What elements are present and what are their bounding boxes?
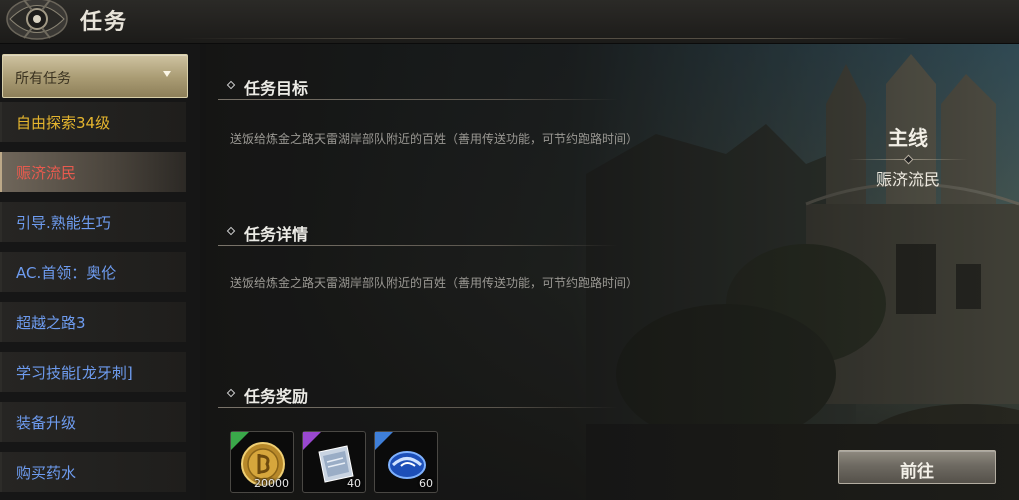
reward-slot-scroll[interactable]: 40	[302, 431, 366, 493]
quest-item-label: 超越之路3	[16, 314, 86, 332]
quest-filter-label: 所有任务	[15, 71, 71, 87]
details-text: 送饭给炼金之路天雷湖岸部队附近的百姓（善用传送功能，可节约跑路时间）	[230, 276, 639, 290]
quest-summary: 主线 赈济流民	[833, 122, 983, 190]
section-divider	[218, 245, 618, 246]
go-button-label: 前往	[900, 462, 934, 482]
go-button[interactable]: 前往	[838, 450, 996, 484]
quest-item-guide-practice[interactable]: 引导.熟能生巧	[0, 202, 186, 242]
chevron-down-icon	[163, 71, 171, 77]
reward-count: 40	[347, 477, 361, 490]
reward-slot-gem[interactable]: 60	[374, 431, 438, 493]
reward-count: 20000	[254, 477, 289, 490]
quest-item-buy-potion[interactable]: 购买药水	[0, 452, 186, 492]
section-divider	[218, 99, 618, 100]
quest-item-ac-boss[interactable]: AC.首领：奥伦	[0, 252, 186, 292]
reward-count: 60	[419, 477, 433, 490]
diamond-bullet-icon	[226, 226, 236, 236]
summary-divider	[848, 159, 968, 160]
quest-item-label: 自由探索34级	[16, 114, 111, 132]
quest-list: 自由探索34级 赈济流民 引导.熟能生巧 AC.首领：奥伦 超越之路3 学习技能…	[0, 102, 186, 500]
objective-text: 送饭给炼金之路天雷湖岸部队附近的百姓（善用传送功能，可节约跑路时间）	[230, 132, 639, 146]
quest-item-label: 赈济流民	[16, 164, 77, 182]
quest-item-relief-refugees[interactable]: 赈济流民	[0, 152, 186, 192]
title-rule	[180, 38, 909, 39]
quest-item-label: 引导.熟能生巧	[16, 214, 111, 232]
window-title: 任务	[80, 10, 129, 35]
quest-detail-panel: 任务目标 送饭给炼金之路天雷湖岸部队附近的百姓（善用传送功能，可节约跑路时间） …	[206, 44, 1019, 500]
quest-item-label: 学习技能[龙牙刺]	[16, 364, 133, 382]
details-title: 任务详情	[244, 225, 309, 244]
quest-name-label: 赈济流民	[875, 170, 940, 189]
title-bar: 任务	[0, 0, 1019, 44]
details-section-header: 任务详情	[218, 216, 618, 246]
section-divider	[218, 407, 618, 408]
quest-item-label: AC.首领：奥伦	[16, 264, 117, 282]
objective-section-header: 任务目标	[218, 70, 618, 100]
rewards-section-header: 任务奖励	[218, 378, 618, 408]
quest-item-learn-skill[interactable]: 学习技能[龙牙刺]	[0, 352, 186, 392]
rewards-title: 任务奖励	[244, 387, 309, 406]
diamond-bullet-icon	[226, 388, 236, 398]
diamond-bullet-icon	[226, 80, 236, 90]
quest-item-equipment-upgrade[interactable]: 装备升级	[0, 402, 186, 442]
objective-title: 任务目标	[244, 79, 309, 98]
quest-emblem-icon	[6, 0, 68, 40]
quest-item-label: 装备升级	[16, 414, 77, 432]
quest-sidebar: 所有任务 自由探索34级 赈济流民 引导.熟能生巧 AC.首领：奥伦 超越之路3…	[0, 44, 200, 500]
quest-item-beyond-road[interactable]: 超越之路3	[0, 302, 186, 342]
quest-item-free-explore[interactable]: 自由探索34级	[0, 102, 186, 142]
reward-slot-gold[interactable]: 20000	[230, 431, 294, 493]
quest-filter-dropdown[interactable]: 所有任务	[2, 54, 188, 98]
quest-type-label: 主线	[888, 126, 928, 150]
quest-item-label: 购买药水	[16, 464, 77, 482]
